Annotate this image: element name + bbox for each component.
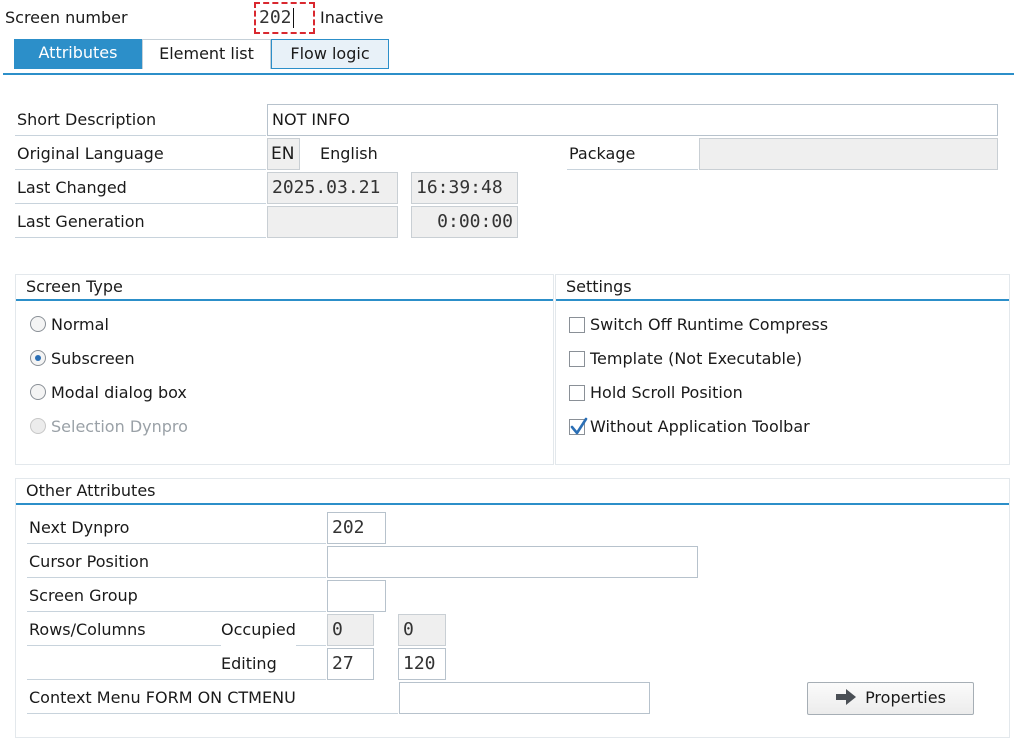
last-changed-label: Last Changed: [15, 172, 266, 204]
occupied-cols: 0: [398, 614, 446, 646]
editing-row-line: [27, 648, 326, 680]
next-dynpro-label: Next Dynpro: [27, 512, 326, 544]
screen-number-input[interactable]: 202: [254, 2, 315, 34]
occupied-label: Occupied: [221, 614, 296, 646]
properties-button-label: Properties: [865, 688, 946, 707]
screen-group-label: Screen Group: [27, 580, 326, 612]
tab-strip-divider: [3, 73, 1014, 75]
editing-cols-input[interactable]: 120: [398, 648, 446, 680]
cursor-position-label: Cursor Position: [27, 546, 326, 578]
screen-type-title: Screen Type: [16, 275, 553, 301]
tab-attributes[interactable]: Attributes: [14, 39, 142, 69]
language-code-field: EN: [267, 138, 300, 170]
radio-subscreen-label: Subscreen: [51, 349, 135, 368]
short-description-label: Short Description: [15, 104, 266, 136]
check-switch-off-runtime-compress[interactable]: [569, 317, 585, 333]
radio-subscreen[interactable]: [30, 350, 46, 366]
package-label: Package: [567, 138, 698, 170]
editing-label: Editing: [221, 654, 277, 673]
radio-selection-dynpro-label: Selection Dynpro: [51, 417, 188, 436]
last-generation-date: [267, 206, 398, 238]
last-generation-label: Last Generation: [15, 206, 266, 238]
radio-normal-label: Normal: [51, 315, 109, 334]
short-description-input[interactable]: NOT INFO: [267, 104, 998, 136]
last-changed-time: 16:39:48: [411, 172, 518, 204]
last-changed-date: 2025.03.21: [267, 172, 398, 204]
radio-modal-dialog[interactable]: [30, 384, 46, 400]
arrow-right-icon: [836, 689, 857, 705]
screen-number-value: 202: [259, 7, 292, 28]
radio-normal[interactable]: [30, 316, 46, 332]
original-language-label: Original Language: [15, 138, 266, 170]
package-field: [699, 138, 998, 170]
tab-element-list[interactable]: Element list: [142, 39, 271, 69]
occupied-rows: 0: [327, 614, 374, 646]
language-name: English: [320, 144, 378, 163]
editing-rows-input[interactable]: 27: [327, 648, 374, 680]
check-without-application-toolbar-label: Without Application Toolbar: [590, 417, 810, 436]
context-menu-label: Context Menu FORM ON CTMENU: [27, 682, 398, 714]
next-dynpro-input[interactable]: 202: [327, 512, 386, 544]
properties-button[interactable]: Properties: [807, 682, 974, 715]
settings-title: Settings: [556, 275, 1009, 301]
other-attributes-title: Other Attributes: [16, 479, 1009, 505]
context-menu-input[interactable]: [399, 682, 650, 714]
text-cursor: [292, 8, 294, 28]
last-generation-time: 0:00:00: [411, 206, 518, 238]
screen-group-input[interactable]: [327, 580, 386, 612]
radio-selection-dynpro: [30, 418, 46, 434]
check-template-label: Template (Not Executable): [590, 349, 803, 368]
check-hold-scroll-position-label: Hold Scroll Position: [590, 383, 743, 402]
check-hold-scroll-position[interactable]: [569, 385, 585, 401]
status-inactive: Inactive: [320, 8, 384, 27]
check-template[interactable]: [569, 351, 585, 367]
checkmark-icon: [570, 417, 588, 435]
tab-flow-logic[interactable]: Flow logic: [271, 39, 389, 69]
screen-number-label: Screen number: [5, 8, 128, 27]
cursor-position-input[interactable]: [327, 546, 698, 578]
check-without-application-toolbar[interactable]: [569, 417, 588, 435]
check-switch-off-runtime-compress-label: Switch Off Runtime Compress: [590, 315, 829, 334]
radio-modal-dialog-label: Modal dialog box: [51, 383, 187, 402]
